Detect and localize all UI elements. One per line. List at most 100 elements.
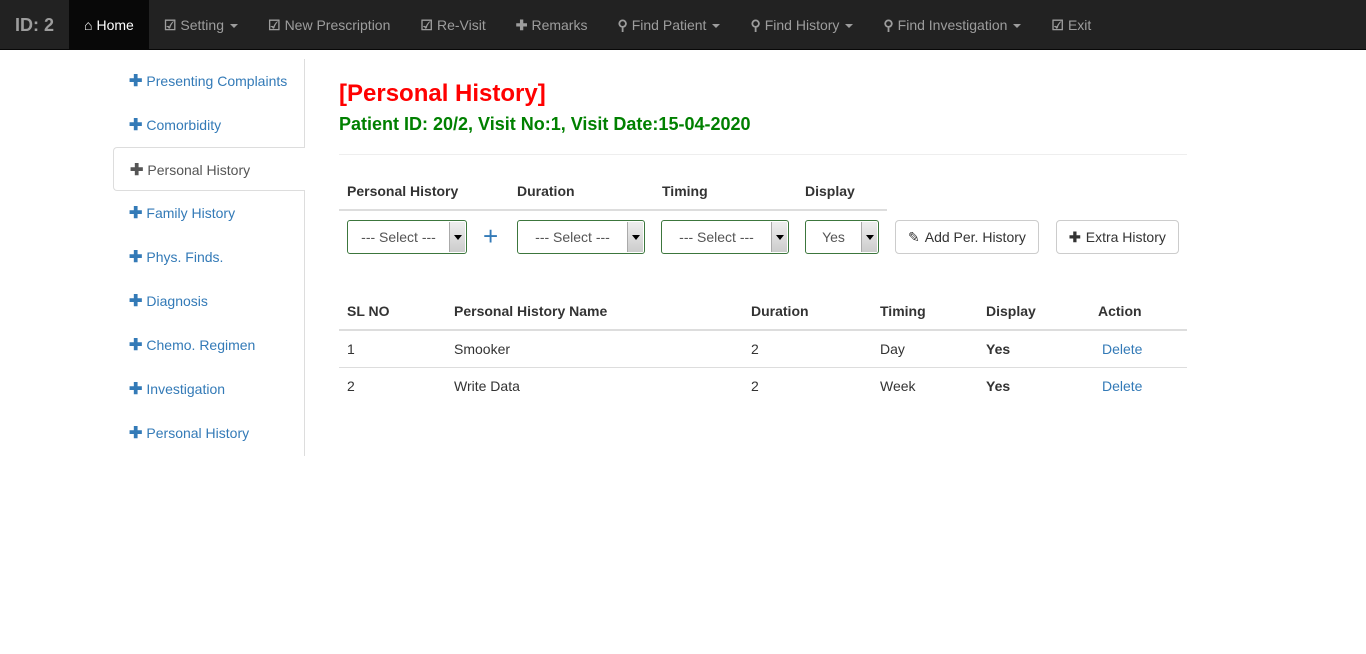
- duration-select[interactable]: --- Select ---: [517, 220, 645, 254]
- nav-label: New Prescription: [284, 17, 391, 33]
- dropdown-arrow-icon: [449, 222, 465, 252]
- plus-icon: ✚: [129, 425, 143, 442]
- nav-remarks[interactable]: ✚ Remarks: [501, 0, 603, 49]
- caret-down-icon: [1013, 24, 1022, 29]
- plus-icon: ✚: [129, 249, 143, 266]
- home-icon: ⌂: [84, 17, 93, 33]
- label-timing: Timing: [662, 183, 708, 199]
- nav-re-visit[interactable]: ☑ Re-Visit: [405, 0, 500, 49]
- table-cell: 2: [339, 366, 446, 404]
- column-header: Timing: [872, 293, 978, 331]
- table-row: 1 Smooker 2 Day Yes Delete: [339, 329, 1187, 367]
- plus-icon: ✚: [130, 162, 144, 179]
- table-cell: Week: [872, 366, 978, 404]
- label-personal-history: Personal History: [347, 183, 459, 199]
- dropdown-arrow-icon: [861, 222, 877, 252]
- select-value: --- Select ---: [361, 229, 436, 245]
- nav-label: Remarks: [531, 17, 588, 33]
- select-value: --- Select ---: [535, 229, 610, 245]
- edit-icon: ☑: [1051, 17, 1064, 33]
- nav-find-patient[interactable]: ⚲ Find Patient: [602, 0, 735, 49]
- nav-setting[interactable]: ☑ Setting: [149, 0, 253, 49]
- column-header: Display: [978, 293, 1090, 331]
- sidebar-item-label: Chemo. Regimen: [146, 337, 256, 353]
- sidebar-item-label: Personal History: [146, 425, 250, 441]
- select-value: --- Select ---: [679, 229, 754, 245]
- timing-select[interactable]: --- Select ---: [661, 220, 789, 254]
- personal-history-select[interactable]: --- Select ---: [347, 220, 467, 254]
- nav-find-investigation[interactable]: ⚲ Find Investigation: [868, 0, 1036, 49]
- navbar: ID: 2 ⌂ Home ☑ Setting ☑ New Prescription ☑ Re-…: [0, 0, 1366, 50]
- nav-label: Find Investigation: [897, 17, 1008, 33]
- nav-exit[interactable]: ☑ Exit: [1036, 0, 1106, 49]
- sidebar-item-personal-history[interactable]: ✚ Personal History: [113, 411, 304, 455]
- caret-down-icon: [845, 24, 854, 29]
- nav-label: Home: [96, 17, 134, 33]
- plus-icon: ✚: [129, 293, 143, 310]
- nav-label: Find History: [764, 17, 840, 33]
- nav-label: Exit: [1067, 17, 1092, 33]
- nav-home[interactable]: ⌂ Home: [69, 0, 149, 49]
- sidebar-item-comorbidity[interactable]: ✚ Comorbidity: [113, 103, 304, 147]
- label-duration: Duration: [517, 183, 575, 199]
- search-icon: ⚲: [883, 17, 894, 33]
- dropdown-arrow-icon: [627, 222, 643, 252]
- delete-link[interactable]: Delete: [1102, 341, 1142, 357]
- nav-label: Setting: [180, 17, 224, 33]
- edit-icon: ☑: [163, 17, 177, 33]
- form-row: --- Select --- + --- Select --- --- Sele…: [339, 219, 1187, 255]
- table-cell: Write Data: [446, 366, 743, 404]
- sidebar-item-label: Presenting Complaints: [146, 73, 288, 89]
- column-header: Personal History Name: [446, 293, 743, 331]
- sidebar-item-label: Phys. Finds.: [146, 249, 224, 265]
- brand-id: ID: 2: [15, 15, 55, 35]
- table-cell: Yes: [978, 329, 1090, 367]
- sidebar-item-label: Comorbidity: [146, 117, 222, 133]
- add-per-history-button[interactable]: ✎ Add Per. History: [895, 220, 1039, 254]
- table-cell: Delete: [1090, 329, 1187, 367]
- plus-icon: ✚: [129, 117, 143, 134]
- table-cell: Day: [872, 329, 978, 367]
- table-cell: Delete: [1090, 366, 1187, 404]
- sidebar-item-chemo-regimen[interactable]: ✚ Chemo. Regimen: [113, 323, 304, 367]
- button-label: Add Per. History: [924, 229, 1026, 245]
- search-icon: ⚲: [617, 17, 628, 33]
- column-header: SL NO: [339, 293, 446, 331]
- display-select[interactable]: Yes: [805, 220, 879, 254]
- table-row: 2 Write Data 2 Week Yes Delete: [339, 366, 1187, 404]
- caret-down-icon: [230, 24, 238, 29]
- extra-history-button[interactable]: ✚ Extra History: [1056, 220, 1179, 254]
- sidebar-item-diagnosis[interactable]: ✚ Diagnosis: [113, 279, 304, 323]
- nav-new-prescription[interactable]: ☑ New Prescription: [253, 0, 405, 49]
- history-table: SL NO Personal History Name Duration Timing…: [339, 293, 1187, 404]
- plus-icon: ✚: [129, 381, 143, 398]
- search-icon: ⚲: [750, 17, 761, 33]
- sidebar: ✚ Presenting Complaints ✚ Comorbidity ✚ Perso…: [113, 59, 305, 456]
- plus-icon: ✚: [129, 73, 143, 90]
- pencil-icon: ✎: [908, 228, 920, 245]
- plus-icon: ✚: [129, 337, 143, 354]
- edit-icon: ☑: [268, 17, 281, 33]
- sidebar-item-label: Family History: [146, 205, 236, 221]
- add-option-plus-icon[interactable]: +: [483, 221, 498, 252]
- page-title: [Personal History]: [339, 80, 546, 107]
- nav-label: Find Patient: [631, 17, 707, 33]
- button-label: Extra History: [1085, 229, 1166, 245]
- sidebar-item-presenting-complaints[interactable]: ✚ Presenting Complaints: [113, 59, 304, 103]
- table-cell: Yes: [978, 366, 1090, 404]
- form-header: Personal History Duration Timing Display: [339, 173, 887, 211]
- nav-find-history[interactable]: ⚲ Find History: [735, 0, 868, 49]
- sidebar-item-family-history[interactable]: ✚ Family History: [113, 191, 304, 235]
- sidebar-item-label: Investigation: [146, 381, 226, 397]
- sidebar-item-investigation[interactable]: ✚ Investigation: [113, 367, 304, 411]
- sidebar-item-personal-history[interactable]: ✚ Personal History: [113, 147, 305, 191]
- table-cell: Smooker: [446, 329, 743, 367]
- main-content: [Personal History] Patient ID: 20/2, Vis…: [339, 60, 1187, 404]
- caret-down-icon: [712, 24, 721, 29]
- select-value: Yes: [822, 229, 845, 245]
- plus-icon: ✚: [515, 17, 528, 33]
- delete-link[interactable]: Delete: [1102, 378, 1142, 394]
- sidebar-item-phys-finds-[interactable]: ✚ Phys. Finds.: [113, 235, 304, 279]
- nav-label: Re-Visit: [436, 17, 486, 33]
- divider: [339, 154, 1187, 155]
